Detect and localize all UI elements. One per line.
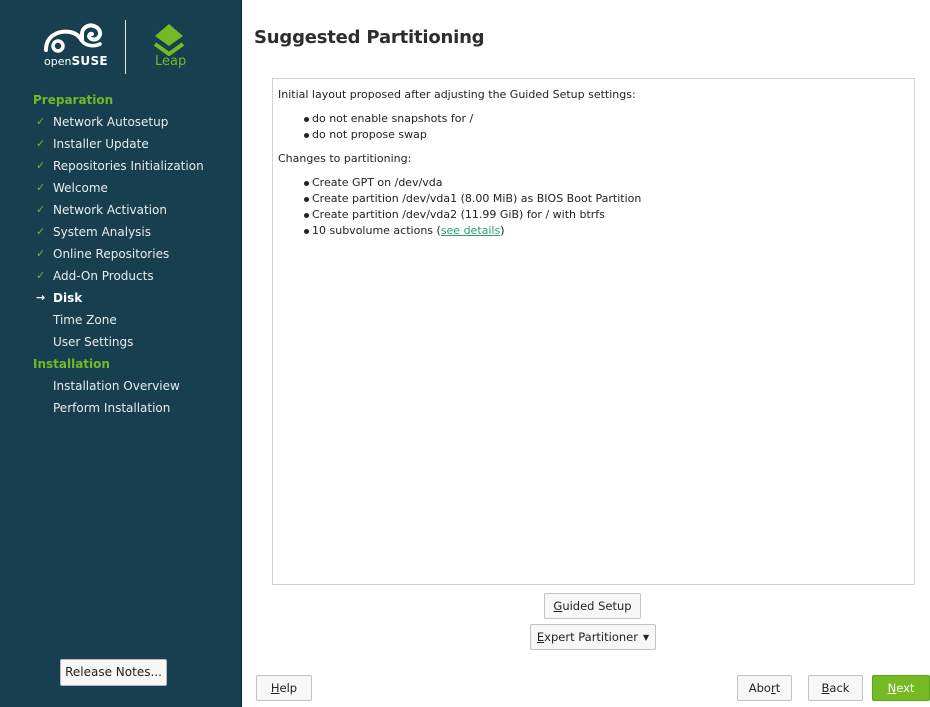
- step-installer-update: ✓ Installer Update: [0, 134, 242, 156]
- settings-list: do not enable snapshots for / do not pro…: [304, 111, 909, 143]
- see-details-link[interactable]: see details: [441, 224, 500, 237]
- step-label: Perform Installation: [53, 401, 171, 415]
- step-label: Welcome: [53, 181, 108, 195]
- step-label: Repositories Initialization: [53, 159, 204, 173]
- arrow-right-icon: →: [36, 291, 46, 304]
- step-add-on-products: ✓ Add-On Products: [0, 266, 242, 288]
- back-button[interactable]: Back: [808, 675, 863, 701]
- check-icon: ✓: [36, 159, 46, 172]
- section-preparation: Preparation: [33, 93, 114, 107]
- step-label: Installation Overview: [53, 379, 180, 393]
- step-time-zone: Time Zone: [0, 310, 242, 332]
- step-repositories-initialization: ✓ Repositories Initialization: [0, 156, 242, 178]
- step-welcome: ✓ Welcome: [0, 178, 242, 200]
- step-label: Disk: [53, 291, 83, 305]
- opensuse-wordmark: openSUSE: [44, 54, 108, 68]
- check-icon: ✓: [36, 181, 46, 194]
- help-button[interactable]: Help: [256, 675, 312, 701]
- logo-area: openSUSE Leap: [0, 0, 242, 90]
- caret-down-icon: ▼: [642, 633, 650, 642]
- logo-divider: [125, 20, 126, 74]
- page-title: Suggested Partitioning: [254, 27, 485, 48]
- list-item: do not enable snapshots for /: [304, 111, 909, 127]
- step-perform-installation: Perform Installation: [0, 398, 242, 420]
- step-label: Online Repositories: [53, 247, 170, 261]
- step-system-analysis: ✓ System Analysis: [0, 222, 242, 244]
- subvolume-suffix: ): [500, 224, 505, 237]
- list-item: do not propose swap: [304, 127, 909, 143]
- check-icon: ✓: [36, 269, 46, 282]
- main-panel: Suggested Partitioning Initial layout pr…: [242, 0, 930, 707]
- step-online-repositories: ✓ Online Repositories: [0, 244, 242, 266]
- step-user-settings: User Settings: [0, 332, 242, 354]
- intro-text: Initial layout proposed after adjusting …: [278, 88, 636, 101]
- check-icon: ✓: [36, 225, 46, 238]
- changes-heading: Changes to partitioning:: [278, 152, 412, 165]
- step-label: Add-On Products: [53, 269, 154, 283]
- list-item: Create partition /dev/vda2 (11.99 GiB) f…: [304, 207, 909, 223]
- step-network-autosetup: ✓ Network Autosetup: [0, 112, 242, 134]
- list-item-subvolumes: 10 subvolume actions (see details): [304, 223, 909, 239]
- proposal-summary: Initial layout proposed after adjusting …: [272, 78, 915, 585]
- step-label: User Settings: [53, 335, 134, 349]
- guided-setup-button[interactable]: Guided Setup: [544, 593, 641, 619]
- check-icon: ✓: [36, 203, 46, 216]
- step-label: Network Autosetup: [53, 115, 169, 129]
- sidebar: openSUSE Leap Preparation ✓ Network Autos…: [0, 0, 242, 707]
- step-label: Network Activation: [53, 203, 167, 217]
- check-icon: ✓: [36, 115, 46, 128]
- check-icon: ✓: [36, 137, 46, 150]
- next-button[interactable]: Next: [872, 675, 930, 701]
- step-disk: → Disk: [0, 288, 242, 310]
- abort-button[interactable]: Abort: [737, 675, 792, 701]
- step-navigation: Preparation ✓ Network Autosetup ✓ Installe…: [0, 90, 242, 420]
- release-notes-button[interactable]: Release Notes...: [60, 659, 167, 686]
- step-label: Time Zone: [53, 313, 117, 327]
- opensuse-logo: openSUSE: [36, 20, 126, 68]
- list-item: Create GPT on /dev/vda: [304, 175, 909, 191]
- leap-chevron-icon: [153, 24, 185, 57]
- check-icon: ✓: [36, 247, 46, 260]
- step-label: Installer Update: [53, 137, 149, 151]
- chameleon-icon: [44, 23, 103, 53]
- expert-partitioner-button[interactable]: Expert Partitioner ▼: [530, 624, 656, 650]
- step-network-activation: ✓ Network Activation: [0, 200, 242, 222]
- subvolume-text: 10 subvolume actions (: [312, 224, 441, 237]
- leap-logo: Leap: [145, 22, 195, 72]
- step-installation-overview: Installation Overview: [0, 376, 242, 398]
- changes-list: Create GPT on /dev/vda Create partition …: [304, 175, 909, 239]
- section-installation: Installation: [33, 357, 110, 371]
- leap-label: Leap: [155, 54, 187, 69]
- step-label: System Analysis: [53, 225, 152, 239]
- list-item: Create partition /dev/vda1 (8.00 MiB) as…: [304, 191, 909, 207]
